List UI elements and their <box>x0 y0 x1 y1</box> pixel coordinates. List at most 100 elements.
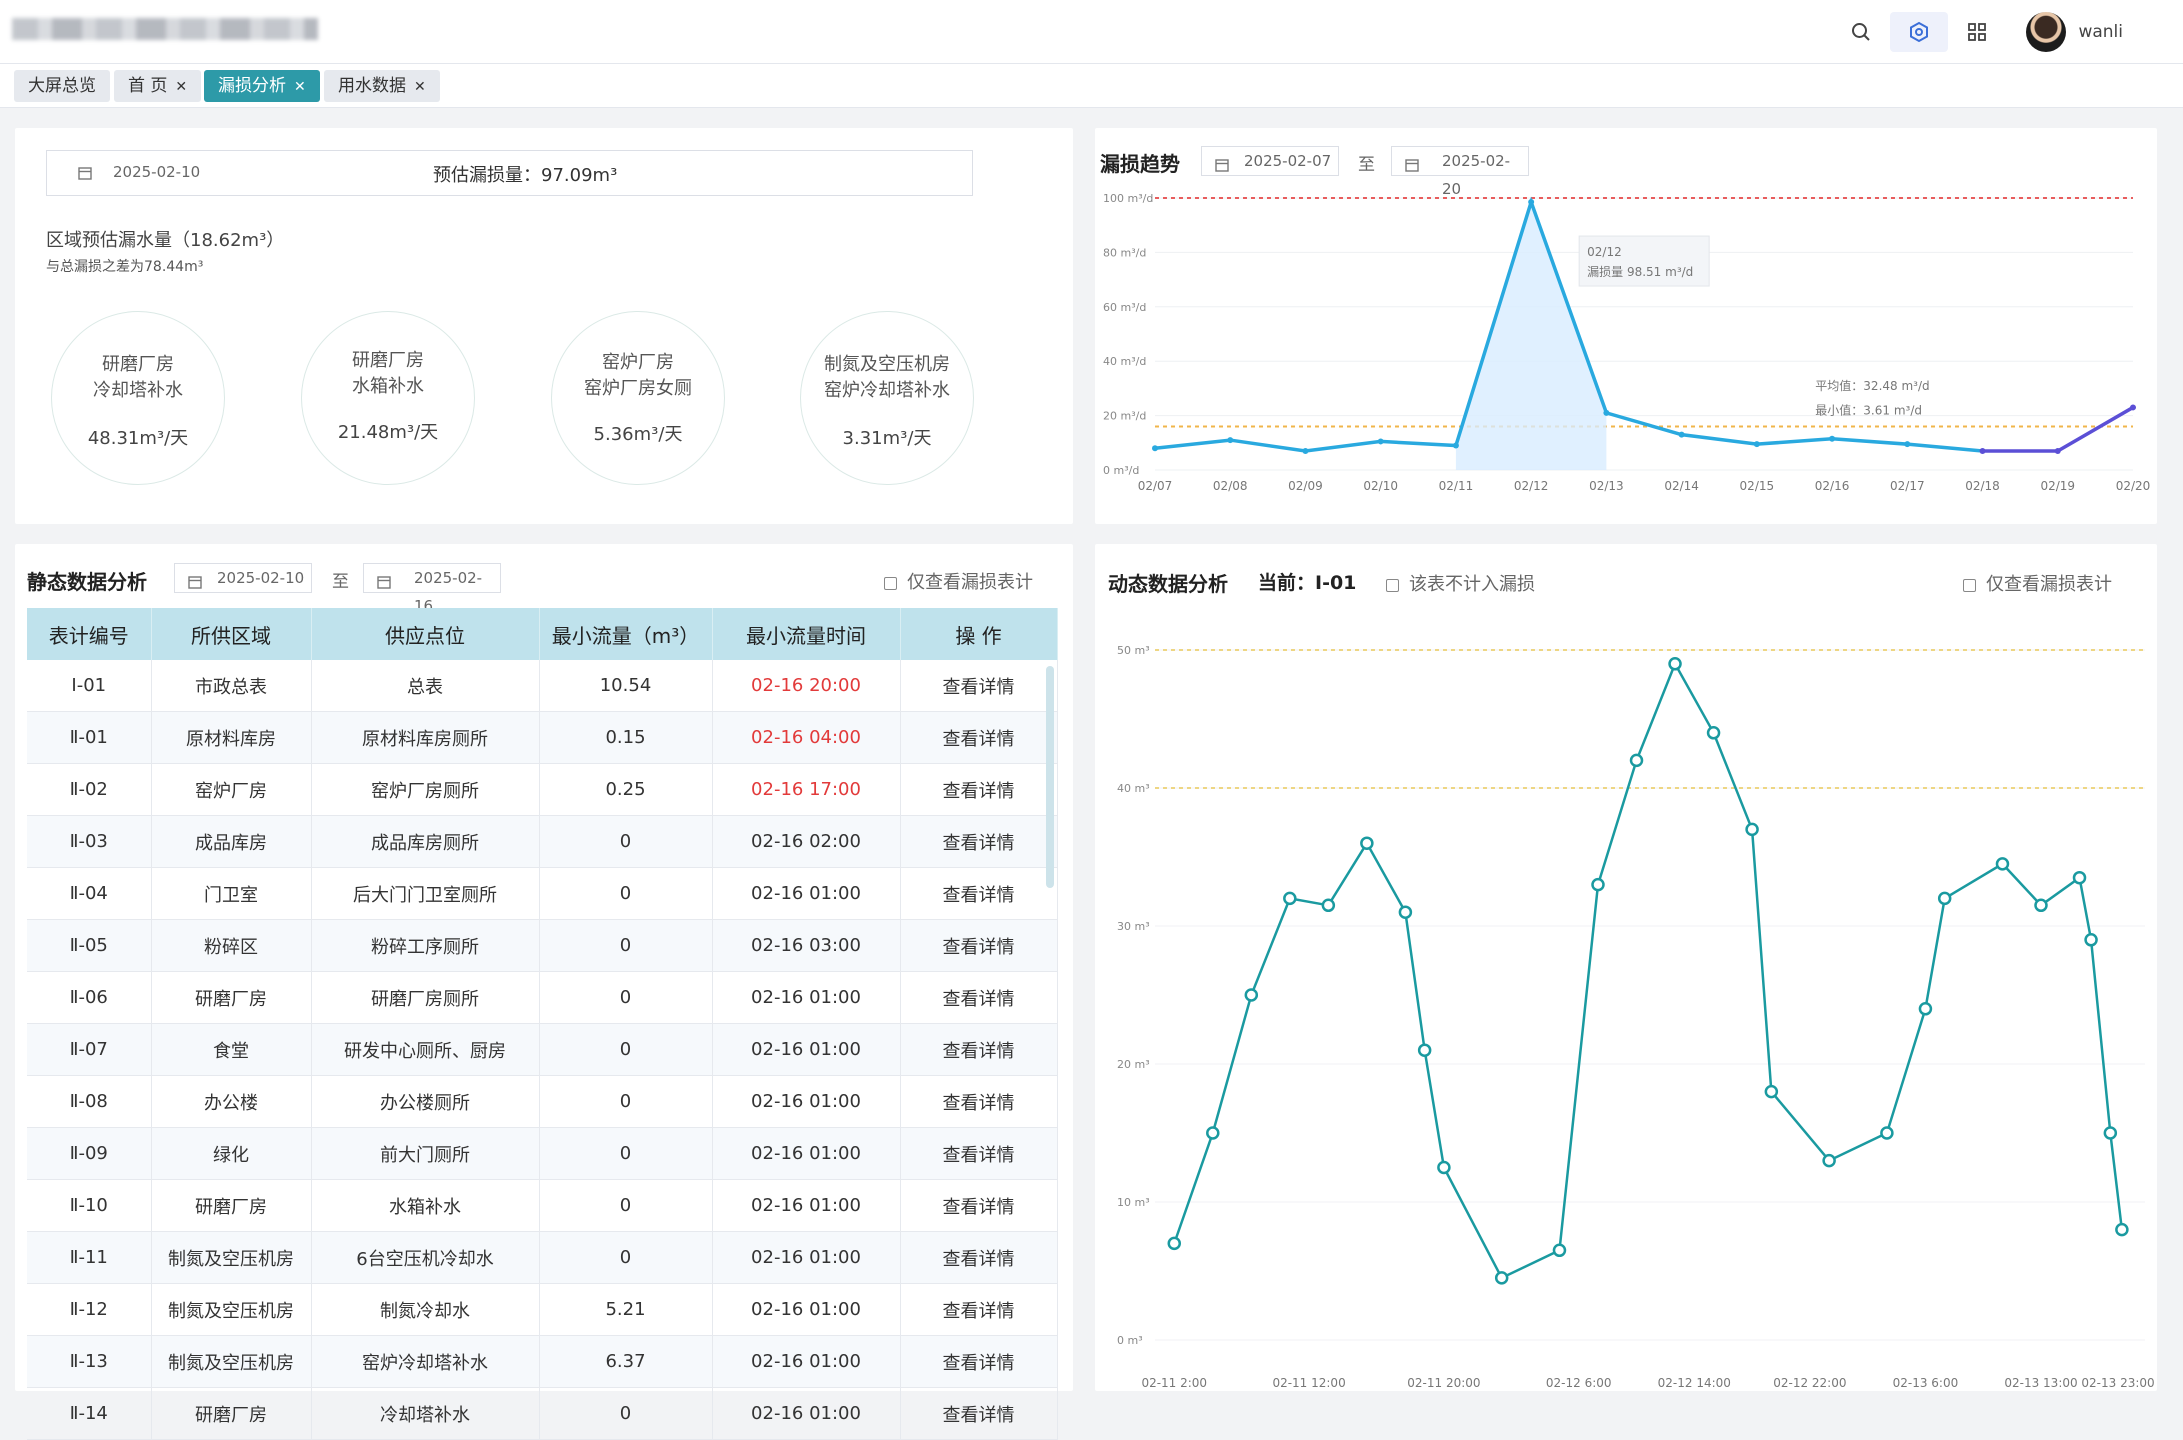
data-point <box>1377 438 1384 445</box>
table-row[interactable]: Ⅱ-13 制氮及空压机房 窑炉冷却塔补水 6.37 02-16 01:00 查看详情 <box>27 1335 1058 1388</box>
region-circle[interactable]: 研磨厂房 冷却塔补水 48.31m³/天 <box>51 311 225 485</box>
dynamic-only-leak-checkbox[interactable]: 仅查看漏损表计 <box>1963 570 2112 596</box>
meter-id-cell: Ⅱ-01 <box>27 711 152 764</box>
x-tick-label: 02-13 6:00 <box>1893 1376 1959 1390</box>
view-details-link[interactable]: 查看详情 <box>900 815 1058 868</box>
view-details-link[interactable]: 查看详情 <box>900 711 1058 764</box>
column-header[interactable]: 最小流量（m³） <box>539 608 713 660</box>
view-details-link[interactable]: 查看详情 <box>900 763 1058 816</box>
x-tick-label: 02/16 <box>1815 479 1850 493</box>
avatar[interactable] <box>2026 12 2067 52</box>
top-bar: wanli <box>0 0 2183 64</box>
table-row[interactable]: Ⅱ-03 成品库房 成品库房厕所 0 02-16 02:00 查看详情 <box>27 815 1058 868</box>
view-details-link[interactable]: 查看详情 <box>900 1127 1058 1180</box>
table-header: 表计编号 所供区域 供应点位 最小流量（m³） 最小流量时间 操 作 <box>27 608 1058 660</box>
trend-date-from[interactable]: 2025-02-07 <box>1201 146 1339 176</box>
x-tick-label: 02/18 <box>1965 479 2000 493</box>
x-tick-label: 02/15 <box>1740 479 1775 493</box>
data-point <box>1206 1126 1220 1140</box>
checkbox-icon[interactable] <box>1386 579 1399 592</box>
table-row[interactable]: Ⅱ-05 粉碎区 粉碎工序厕所 0 02-16 03:00 查看详情 <box>27 919 1058 972</box>
supply-point-cell: 成品库房厕所 <box>311 815 540 868</box>
column-header[interactable]: 所供区域 <box>151 608 312 660</box>
table-row[interactable]: Ⅰ-01 市政总表 总表 10.54 02-16 20:00 查看详情 <box>27 660 1058 712</box>
min-flow-time-cell: 02-16 01:00 <box>712 1387 901 1440</box>
view-details-link[interactable]: 查看详情 <box>900 660 1058 712</box>
calendar-icon <box>187 571 203 599</box>
view-details-link[interactable]: 查看详情 <box>900 1387 1058 1440</box>
table-row[interactable]: Ⅱ-10 研磨厂房 水箱补水 0 02-16 01:00 查看详情 <box>27 1179 1058 1232</box>
region-value: 48.31m³/天 <box>87 428 189 449</box>
date-text: 2025-02-10 <box>217 569 305 587</box>
column-header[interactable]: 表计编号 <box>27 608 152 660</box>
data-point <box>1167 1236 1182 1251</box>
column-header[interactable]: 供应点位 <box>311 608 540 660</box>
summary-date-picker[interactable]: 2025-02-10 预估漏损量：97.09m³ <box>46 150 973 196</box>
view-details-link[interactable]: 查看详情 <box>900 1231 1058 1284</box>
close-icon[interactable]: ✕ <box>175 79 187 95</box>
region-line2: 窑炉厂房女厕 <box>584 378 692 399</box>
tab-home[interactable]: 首 页 ✕ <box>114 70 202 102</box>
trend-date-to[interactable]: 2025-02-20 <box>1391 146 1529 198</box>
data-point <box>1995 857 2010 871</box>
close-icon[interactable]: ✕ <box>294 79 306 95</box>
only-leak-checkbox[interactable]: 仅查看漏损表计 <box>884 568 1033 594</box>
region-circle[interactable]: 窑炉厂房 窑炉厂房女厕 5.36m³/天 <box>551 311 725 485</box>
table-row[interactable]: Ⅱ-01 原材料库房 原材料库房厕所 0.15 02-16 04:00 查看详情 <box>27 711 1058 764</box>
y-tick-label: 40 m³ <box>1117 782 1150 795</box>
view-details-link[interactable]: 查看详情 <box>900 1023 1058 1076</box>
settings-icon[interactable] <box>1890 12 1949 52</box>
dynamic-title: 动态数据分析 <box>1108 572 1228 596</box>
view-details-link[interactable]: 查看详情 <box>900 1179 1058 1232</box>
region-circle[interactable]: 制氮及空压机房 窑炉冷却塔补水 3.31m³/天 <box>800 311 974 485</box>
min-annotation: 最小值：3.61 m³/d <box>1815 403 1922 418</box>
data-point <box>1494 1271 1509 1285</box>
tab-dashboard[interactable]: 大屏总览 <box>14 70 110 102</box>
supply-point-cell: 原材料库房厕所 <box>311 711 540 764</box>
table-row[interactable]: Ⅱ-07 食堂 研发中心厕所、厨房 0 02-16 01:00 查看详情 <box>27 1023 1058 1076</box>
region-name: 研磨厂房 冷却塔补水 <box>52 352 224 404</box>
view-details-link[interactable]: 查看详情 <box>900 1075 1058 1128</box>
x-tick-label: 02/09 <box>1288 479 1323 493</box>
y-tick-label: 0 m³/d <box>1103 464 1139 477</box>
column-header[interactable]: 操 作 <box>900 608 1058 660</box>
table-row[interactable]: Ⅱ-08 办公楼 办公楼厕所 0 02-16 01:00 查看详情 <box>27 1075 1058 1128</box>
checkbox-icon[interactable] <box>884 577 897 590</box>
table-row[interactable]: Ⅱ-04 门卫室 后大门门卫室厕所 0 02-16 01:00 查看详情 <box>27 867 1058 920</box>
view-details-link[interactable]: 查看详情 <box>900 919 1058 972</box>
min-flow-time-cell: 02-16 01:00 <box>712 1075 901 1128</box>
data-point <box>2115 1222 2129 1237</box>
data-point <box>2072 870 2087 885</box>
view-details-link[interactable]: 查看详情 <box>900 867 1058 920</box>
username[interactable]: wanli <box>2078 22 2123 42</box>
tab-leak-analysis[interactable]: 漏损分析 ✕ <box>204 70 320 102</box>
view-details-link[interactable]: 查看详情 <box>900 1335 1058 1388</box>
table-row[interactable]: Ⅱ-09 绿化 前大门厕所 0 02-16 01:00 查看详情 <box>27 1127 1058 1180</box>
view-details-link[interactable]: 查看详情 <box>900 1283 1058 1336</box>
region-circle[interactable]: 研磨厂房 水箱补水 21.48m³/天 <box>301 311 475 485</box>
min-flow-cell: 0 <box>539 1023 713 1076</box>
exclude-checkbox[interactable]: 该表不计入漏损 <box>1386 570 1535 596</box>
x-tick-label: 02/20 <box>2116 479 2151 493</box>
y-tick-label: 60 m³/d <box>1103 301 1146 314</box>
area-cell: 研磨厂房 <box>151 1179 312 1232</box>
table-row[interactable]: Ⅱ-14 研磨厂房 冷却塔补水 0 02-16 01:00 查看详情 <box>27 1387 1058 1440</box>
table-row[interactable]: Ⅱ-11 制氮及空压机房 6台空压机冷却水 0 02-16 01:00 查看详情 <box>27 1231 1058 1284</box>
grid-icon[interactable] <box>1948 12 2006 52</box>
tab-water-data[interactable]: 用水数据 ✕ <box>324 70 440 102</box>
app-logo <box>12 18 318 40</box>
view-details-link[interactable]: 查看详情 <box>900 971 1058 1024</box>
area-cell: 市政总表 <box>151 660 312 712</box>
column-header[interactable]: 最小流量时间 <box>712 608 901 660</box>
static-date-to[interactable]: 2025-02-16 <box>363 563 501 615</box>
table-scrollbar[interactable] <box>1046 666 1054 888</box>
table-row[interactable]: Ⅱ-12 制氮及空压机房 制氮冷却水 5.21 02-16 01:00 查看详情 <box>27 1283 1058 1336</box>
static-date-from[interactable]: 2025-02-10 <box>174 563 312 593</box>
search-icon[interactable] <box>1832 12 1890 52</box>
table-row[interactable]: Ⅱ-06 研磨厂房 研磨厂房厕所 0 02-16 01:00 查看详情 <box>27 971 1058 1024</box>
table-row[interactable]: Ⅱ-02 窑炉厂房 窑炉厂房厕所 0.25 02-16 17:00 查看详情 <box>27 763 1058 816</box>
checkbox-icon[interactable] <box>1963 579 1976 592</box>
min-flow-cell: 0 <box>539 1075 713 1128</box>
close-icon[interactable]: ✕ <box>414 79 426 95</box>
data-point <box>1668 657 1682 671</box>
